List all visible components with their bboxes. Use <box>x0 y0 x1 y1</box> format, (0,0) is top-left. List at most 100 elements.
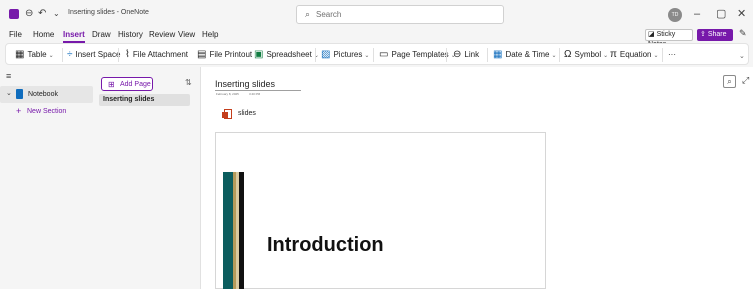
page-templates-label: Page Templates <box>391 50 449 59</box>
share-icon: ⇪ <box>700 31 708 38</box>
notebook-icon <box>16 89 23 99</box>
slide-printout[interactable]: Introduction <box>215 132 546 289</box>
ribbon-divider <box>487 48 488 62</box>
menu-review[interactable]: Review <box>149 29 175 41</box>
symbol-button[interactable]: Ω Symbol ⌄ <box>564 49 608 61</box>
undo-icon[interactable]: ↶ <box>38 7 46 21</box>
chevron-down-icon: ⌄ <box>48 53 54 59</box>
menu-bar: File Home Insert Draw History Review Vie… <box>0 29 753 43</box>
customize-icon[interactable]: ⌄ <box>53 7 60 21</box>
sort-icon[interactable]: ⇅ <box>185 78 192 87</box>
chevron-down-icon: ⌄ <box>551 53 557 59</box>
search-icon: ⌕ <box>305 9 311 19</box>
pictures-label: Pictures <box>333 50 363 59</box>
page-time: 3:40 PM <box>249 92 261 96</box>
slide-heading: Introduction <box>267 234 384 256</box>
file-printout-label: File Printout <box>209 50 253 59</box>
page-search-icon[interactable]: ⌕ <box>723 75 736 88</box>
page-date: February 8, 2025 <box>216 92 239 96</box>
ribbon-expand-icon[interactable]: ⌄ <box>739 51 745 63</box>
share-button[interactable]: ⇪ Share ⌄ <box>697 29 733 50</box>
new-section-button[interactable]: + New Section <box>0 105 93 118</box>
file-attachment-button[interactable]: ⌇ File Attachment <box>125 49 188 61</box>
file-printout-icon: ▤ <box>197 49 207 60</box>
chevron-down-icon: ⌄ <box>364 53 370 59</box>
menu-insert[interactable]: Insert <box>63 29 85 43</box>
insert-space-icon: ÷ <box>67 49 73 60</box>
pictures-button[interactable]: ▨ Pictures ⌄ <box>321 49 369 61</box>
powerpoint-file-icon[interactable] <box>222 109 232 120</box>
ribbon-divider <box>373 48 374 62</box>
picture-icon: ▨ <box>321 49 331 60</box>
paperclip-icon: ⌇ <box>125 49 130 60</box>
pen-icon[interactable]: ✎ <box>739 28 747 39</box>
insert-space-button[interactable]: ÷ Insert Space <box>67 49 120 61</box>
title-underline <box>215 90 301 91</box>
spreadsheet-icon: ▣ <box>254 49 264 60</box>
new-section-label: New Section <box>27 108 67 115</box>
maximize-icon[interactable]: ▢ <box>716 8 726 20</box>
page-canvas[interactable]: Inserting slides February 8, 2025 3:40 P… <box>201 67 753 289</box>
title-bar: ⊖ ↶ ⌄ Inserting slides - OneNote ⌕ Searc… <box>0 0 753 29</box>
menu-draw[interactable]: Draw <box>92 29 111 41</box>
share-label: Share <box>707 31 727 38</box>
add-page-label: Add Page <box>120 81 151 88</box>
slide-black-bar <box>239 172 244 289</box>
add-page-button[interactable]: ⊞ Add Page <box>101 77 153 91</box>
ribbon-divider <box>662 48 663 62</box>
add-page-icon: ⊞ <box>108 80 115 89</box>
spreadsheet-button[interactable]: ▣ Spreadsheet ⌄ <box>254 49 319 61</box>
ribbon-divider <box>559 48 560 62</box>
page-list-pane: ⊞ Add Page ⇅ Inserting slides <box>93 67 201 289</box>
date-time-label: Date & Time <box>505 50 550 59</box>
minimize-icon[interactable]: – <box>694 8 700 20</box>
page-list-item-label: Inserting slides <box>103 96 155 103</box>
link-icon: ⊖ <box>453 49 462 60</box>
sticky-notes-button[interactable]: ◪ Sticky Notes <box>645 29 693 48</box>
page-title[interactable]: Inserting slides <box>215 79 275 89</box>
avatar[interactable]: TD <box>668 8 682 22</box>
insert-space-label: Insert Space <box>75 50 121 59</box>
notebook-item[interactable]: ⌄ Notebook <box>0 86 93 103</box>
symbol-label: Symbol <box>574 50 602 59</box>
insert-ribbon: ▦ Table ⌄ ÷ Insert Space ⌇ File Attachment ▤… <box>5 43 749 65</box>
chevron-down-icon: ⌄ <box>6 90 12 97</box>
close-icon[interactable]: ✕ <box>737 8 746 20</box>
ribbon-divider <box>62 48 63 62</box>
window-title: Inserting slides - OneNote <box>68 9 149 16</box>
page-list-item[interactable]: Inserting slides <box>99 94 190 106</box>
pi-icon: π <box>610 49 617 60</box>
more-options-button[interactable]: ··· <box>668 49 676 61</box>
chevron-down-icon: ⌄ <box>603 53 609 59</box>
sticky-notes-icon: ◪ <box>648 31 657 38</box>
menu-home[interactable]: Home <box>33 29 54 41</box>
plus-icon: + <box>16 106 22 116</box>
search-input[interactable]: ⌕ Search <box>296 5 504 24</box>
notebook-label: Notebook <box>28 91 58 98</box>
slide-teal-bar <box>223 172 233 289</box>
menu-history[interactable]: History <box>118 29 143 41</box>
chevron-down-icon: ⌄ <box>653 53 659 59</box>
spreadsheet-label: Spreadsheet <box>266 50 312 59</box>
link-button[interactable]: ⊖ Link <box>453 49 479 61</box>
menu-help[interactable]: Help <box>202 29 218 41</box>
onenote-logo-icon <box>9 9 19 19</box>
calendar-icon: ▦ <box>493 49 503 60</box>
ribbon-divider <box>446 48 447 62</box>
page-templates-button[interactable]: ▭ Page Templates ⌄ <box>379 49 456 61</box>
file-attachment-label: File Attachment <box>132 50 189 59</box>
back-icon[interactable]: ⊖ <box>25 7 33 21</box>
table-button[interactable]: ▦ Table ⌄ <box>15 49 54 61</box>
hamburger-menu-icon[interactable]: ≡ <box>6 71 11 81</box>
attachment-label[interactable]: slides <box>238 110 256 117</box>
table-icon: ▦ <box>15 49 25 60</box>
date-time-button[interactable]: ▦ Date & Time ⌄ <box>493 49 557 61</box>
expand-icon[interactable]: ⤢ <box>742 75 749 86</box>
menu-view[interactable]: View <box>178 29 195 41</box>
omega-icon: Ω <box>564 49 572 60</box>
equation-button[interactable]: π Equation ⌄ <box>610 49 659 61</box>
file-printout-button[interactable]: ▤ File Printout <box>197 49 252 61</box>
page-templates-icon: ▭ <box>379 49 389 60</box>
menu-file[interactable]: File <box>9 29 22 41</box>
search-placeholder: Search <box>316 10 342 19</box>
